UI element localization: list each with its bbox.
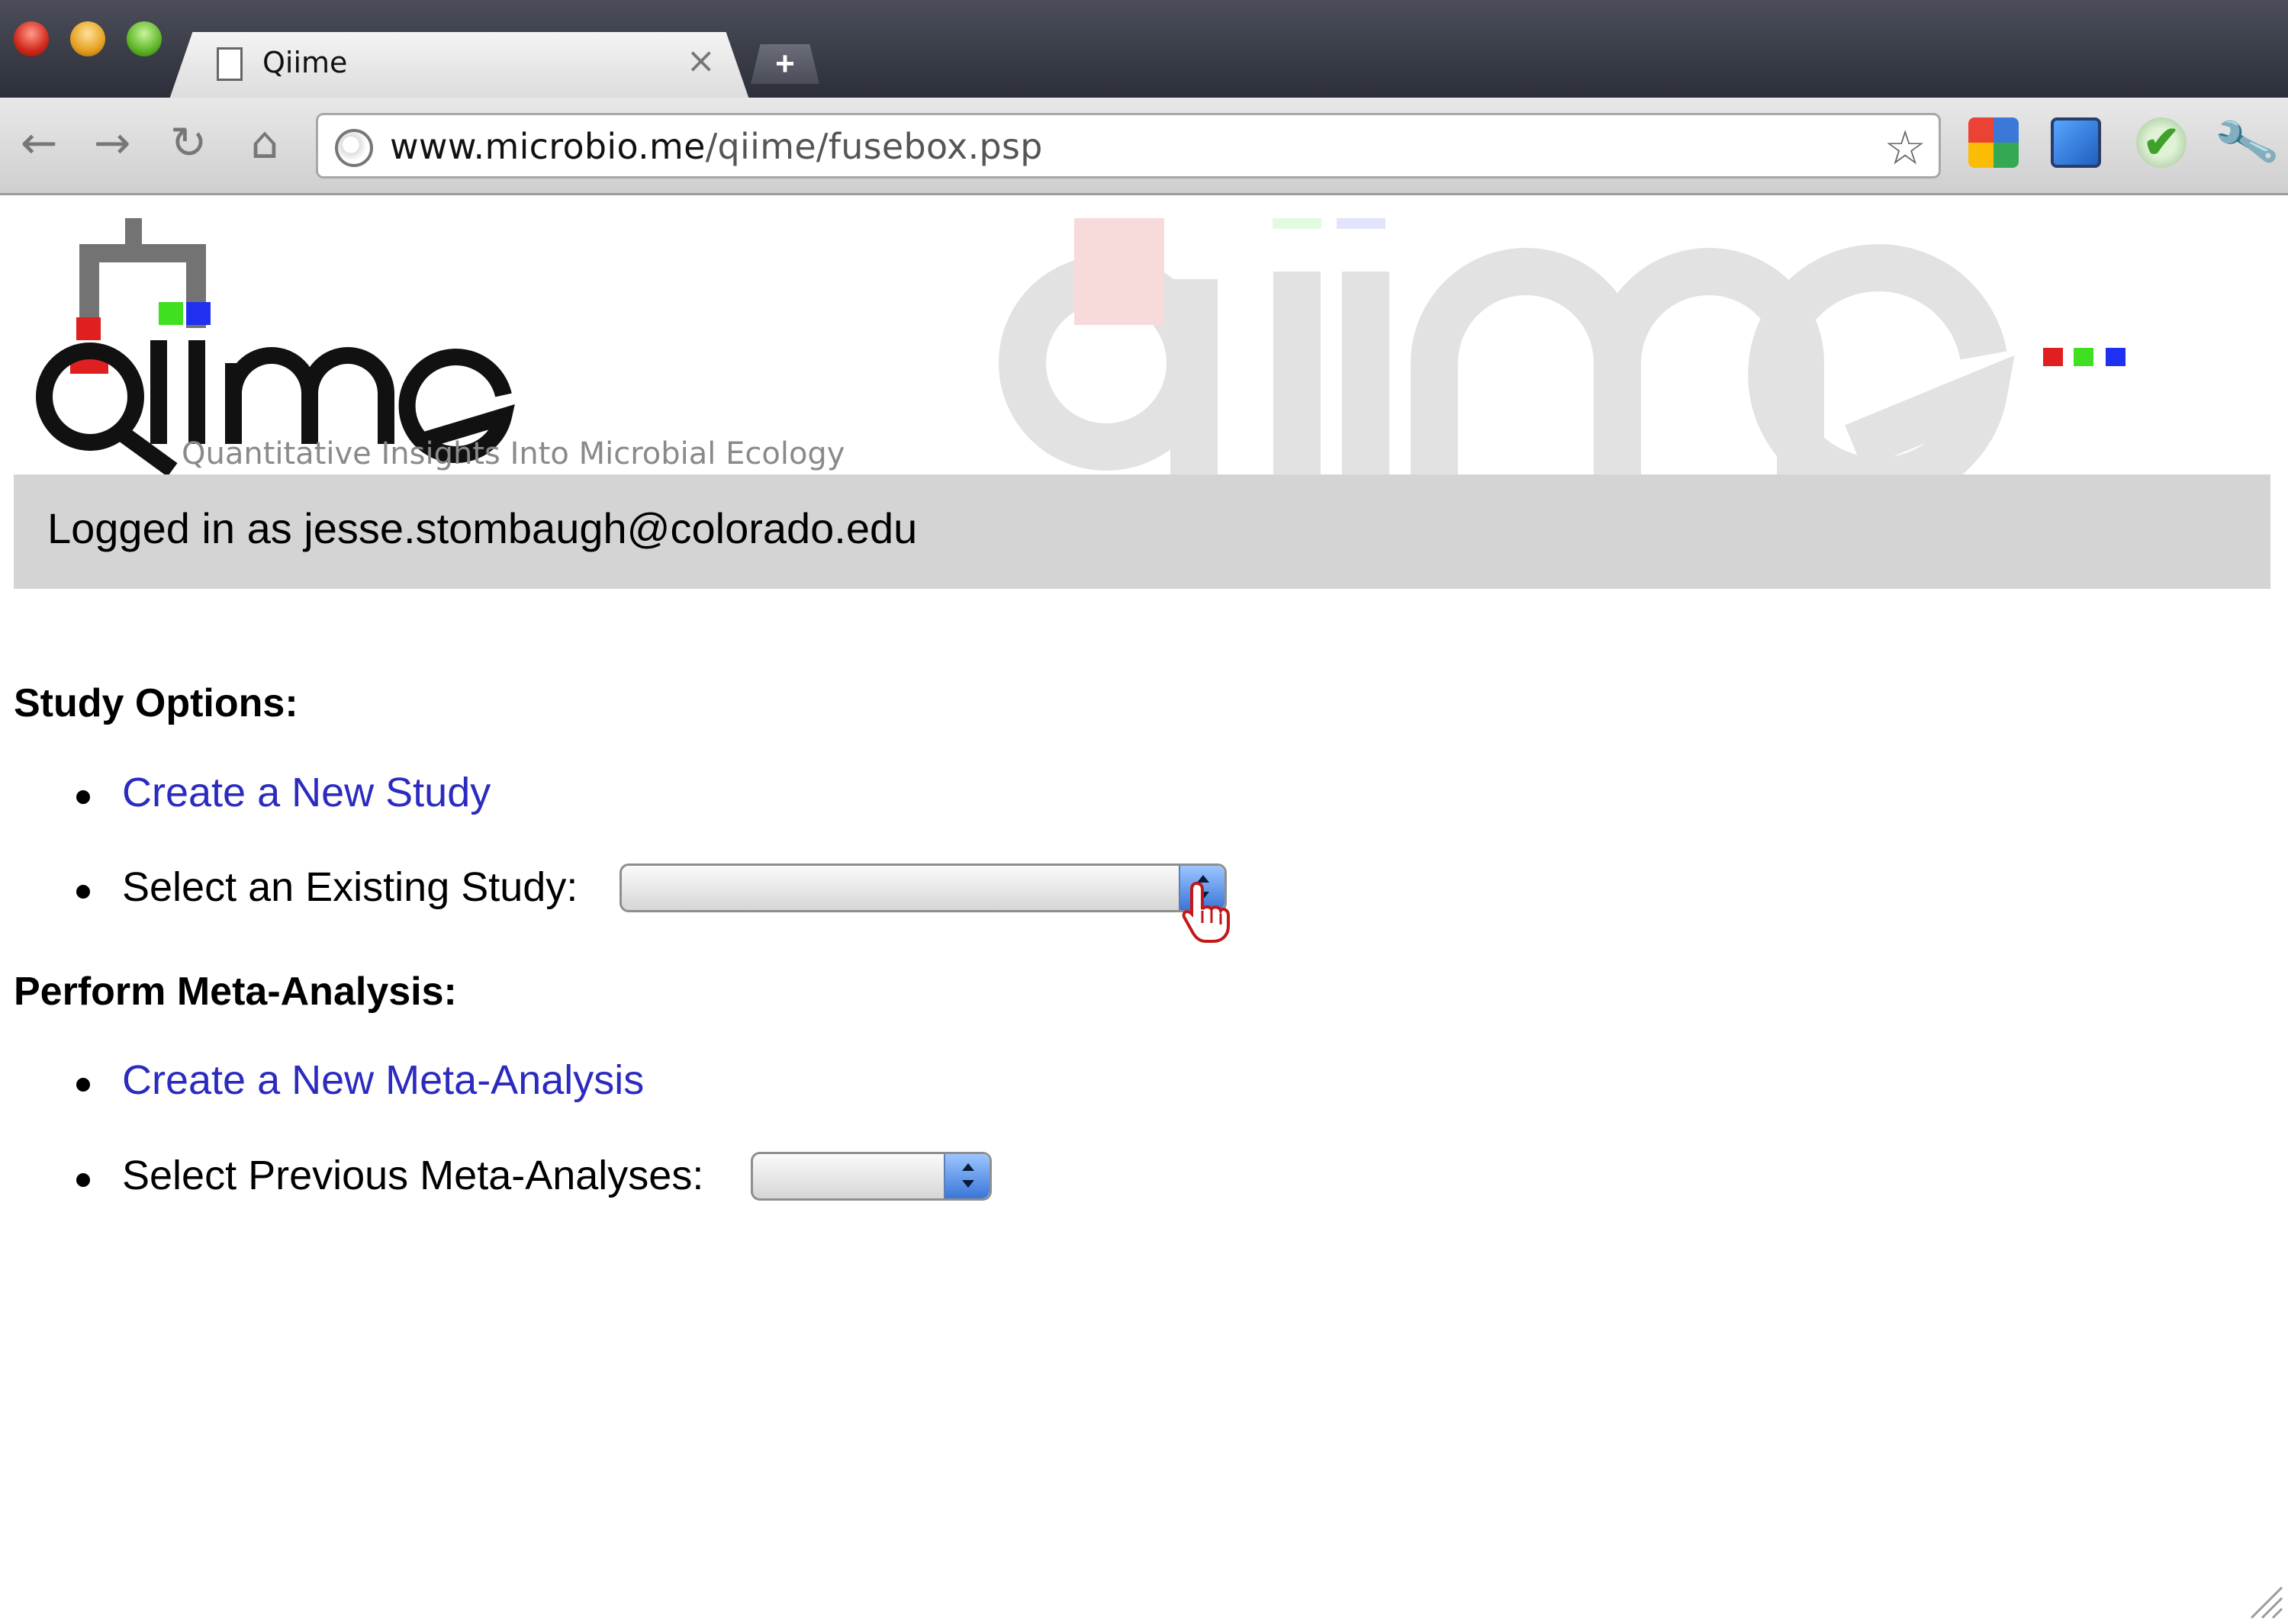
browser-toolbar: ← → ↻ ⌂ www.microbio.me/qiime/fusebox.ps… (0, 98, 2288, 195)
page-icon (217, 47, 243, 81)
browser-titlebar: Qiime × + (0, 0, 2288, 99)
google-extension-icon[interactable] (1968, 117, 2019, 168)
globe-icon (335, 129, 373, 167)
tree-green-leaf (159, 302, 183, 325)
qiime-logo: Quantitative Insights Into Microbial Eco… (36, 218, 2125, 476)
select-previous-meta-analyses-label: Select Previous Meta-Analyses: (122, 1153, 704, 1198)
bullet (76, 885, 90, 899)
windows-extension-icon[interactable] (2051, 117, 2101, 168)
close-window-button[interactable] (14, 21, 49, 56)
watermark-blue-bar (1337, 218, 1385, 229)
bullet (76, 1173, 90, 1187)
select-stepper-icon[interactable] (944, 1154, 990, 1198)
qiime-banner: Quantitative Insights Into Microbial Eco… (0, 195, 2288, 476)
tab-title: Qiime (262, 46, 348, 79)
logo-tagline: Quantitative Insights Into Microbial Eco… (182, 436, 845, 471)
checkmark-extension-icon[interactable]: ✔ (2136, 117, 2187, 168)
accent-green-square (2074, 348, 2093, 366)
meta-analysis-heading: Perform Meta-Analysis: (14, 970, 457, 1014)
watermark-red-block (1074, 218, 1164, 325)
watermark-logo (999, 244, 2015, 476)
url-domain: www.microbio.me (390, 126, 706, 167)
back-icon[interactable]: ← (12, 116, 66, 169)
new-tab-button[interactable]: + (751, 44, 819, 84)
minimize-window-button[interactable] (70, 21, 105, 56)
star-icon[interactable]: ☆ (1884, 118, 1926, 178)
resize-grip-icon[interactable] (2245, 1581, 2283, 1619)
tab-close-icon[interactable]: × (686, 43, 716, 78)
create-new-study-link[interactable]: Create a New Study (122, 770, 491, 815)
tree-blue-leaf (186, 302, 211, 325)
url-path: /qiime/fusebox.psp (705, 126, 1043, 167)
create-new-meta-analysis-link[interactable]: Create a New Meta-Analysis (122, 1057, 644, 1103)
address-bar[interactable]: www.microbio.me/qiime/fusebox.psp ☆ (316, 113, 1941, 178)
url-text[interactable]: www.microbio.me/qiime/fusebox.psp (390, 126, 1043, 167)
accent-red-square (2043, 348, 2063, 366)
existing-study-select[interactable] (619, 863, 1227, 912)
study-options-heading: Study Options: (14, 681, 298, 725)
login-status-text: Logged in as jesse.stombaugh@colorado.ed… (47, 504, 918, 552)
home-icon[interactable]: ⌂ (238, 116, 291, 169)
forward-icon[interactable]: → (85, 116, 139, 169)
watermark-green-bar (1273, 218, 1321, 229)
wrench-icon[interactable]: 🔧 (2210, 106, 2283, 178)
select-existing-study-label: Select an Existing Study: (122, 864, 578, 910)
login-status-bar: Logged in as jesse.stombaugh@colorado.ed… (14, 474, 2270, 589)
bullet (76, 1078, 90, 1092)
tab-qiime[interactable]: Qiime × (169, 32, 749, 99)
reload-icon[interactable]: ↻ (162, 116, 215, 169)
previous-meta-analyses-select[interactable] (751, 1152, 992, 1201)
bullet (76, 790, 90, 804)
hand-pointer-icon (1182, 881, 1230, 943)
zoom-window-button[interactable] (127, 21, 162, 56)
accent-blue-square (2106, 348, 2125, 366)
tree-red-leaf (76, 317, 101, 340)
